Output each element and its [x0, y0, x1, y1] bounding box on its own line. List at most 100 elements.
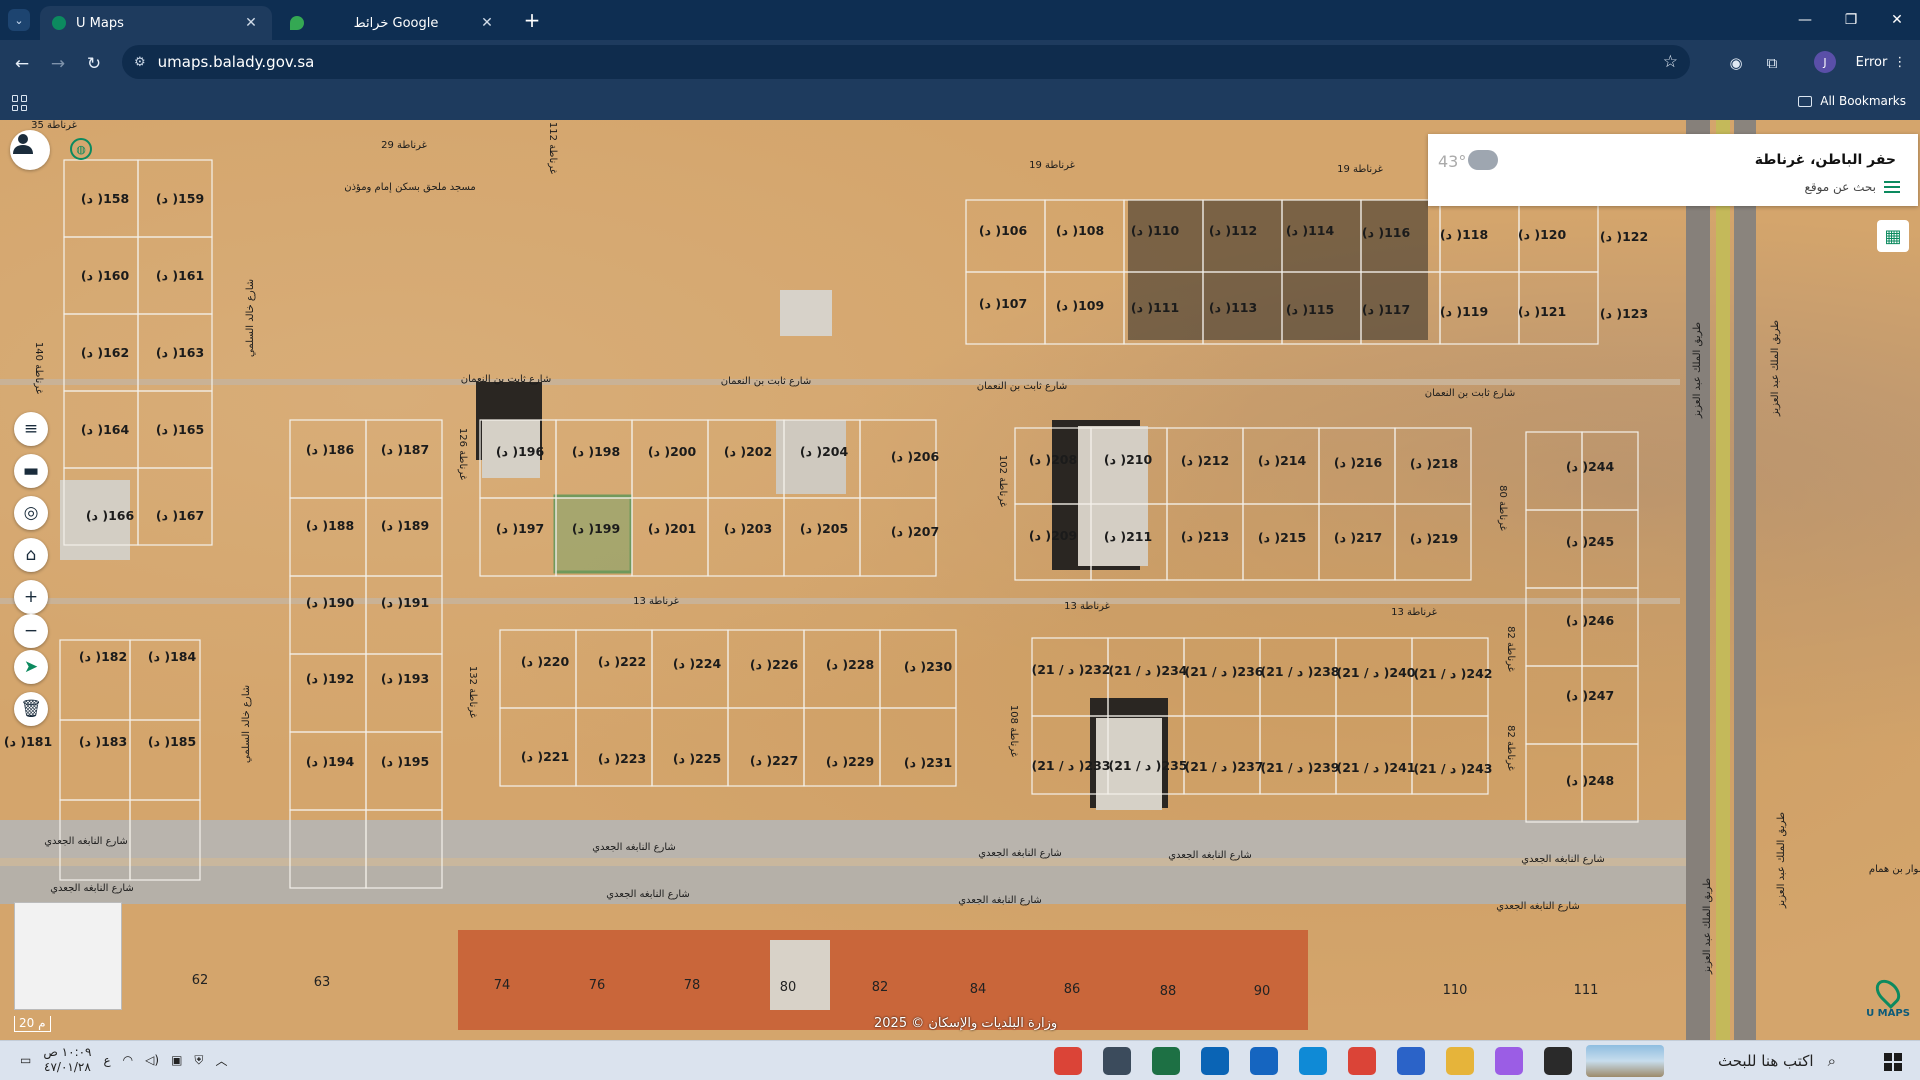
parcel-label[interactable]: (د )162: [81, 345, 129, 360]
mail-icon[interactable]: [1250, 1047, 1278, 1075]
legend-list-button[interactable]: ≡: [14, 412, 48, 446]
parcel-label[interactable]: (21 / د )239: [1261, 760, 1340, 775]
parcel-label[interactable]: (د )122: [1600, 229, 1648, 244]
parcel-label[interactable]: (د )224: [673, 656, 722, 671]
parcel-label[interactable]: (21 / د )236: [1185, 664, 1264, 679]
parcel-label[interactable]: (د )231: [904, 755, 952, 770]
parcel-label[interactable]: (د )217: [1334, 530, 1382, 545]
file-explorer-icon[interactable]: [1446, 1047, 1474, 1075]
tab-search-button[interactable]: ⌄: [8, 9, 30, 31]
battery-icon[interactable]: ▣: [171, 1053, 182, 1067]
parcel-label[interactable]: (21 / د )232: [1032, 662, 1111, 677]
excel-icon[interactable]: [1152, 1047, 1180, 1075]
chrome-2-icon[interactable]: [1348, 1047, 1376, 1075]
layers-button[interactable]: ▦: [1877, 220, 1909, 252]
parcel-label[interactable]: (د )194: [306, 754, 355, 769]
parcel-label[interactable]: (د )166: [86, 508, 135, 523]
home-button[interactable]: ⌂: [14, 538, 48, 572]
parcel-label[interactable]: (د )205: [800, 521, 848, 536]
parcel-label[interactable]: (د )206: [891, 449, 940, 464]
parcel-label[interactable]: (د )185: [148, 734, 196, 749]
parcel-label[interactable]: (د )158: [81, 191, 129, 206]
back-button[interactable]: ←: [8, 50, 36, 78]
parcel-label[interactable]: (د )192: [306, 671, 354, 686]
parcel-label[interactable]: (د )230: [904, 659, 953, 674]
wifi-icon[interactable]: ◠: [123, 1053, 133, 1067]
parcel-label[interactable]: (د )209: [1029, 528, 1077, 543]
close-window-button[interactable]: ✕: [1874, 0, 1920, 40]
security-icon[interactable]: ⛨: [194, 1053, 203, 1068]
tab-close-icon[interactable]: ✕: [478, 15, 496, 31]
parcel-label[interactable]: (د )106: [979, 223, 1028, 238]
edge-icon[interactable]: [1299, 1047, 1327, 1075]
tab-google-maps[interactable]: خرائط Google ✕: [278, 6, 508, 40]
parcel-label[interactable]: (د )204: [800, 444, 849, 459]
parcel-label[interactable]: (د )164: [81, 422, 130, 437]
parcel-label[interactable]: (د )210: [1104, 452, 1153, 467]
parcel-label[interactable]: (د )214: [1258, 453, 1307, 468]
language-indicator[interactable]: ع: [104, 1053, 111, 1067]
parcel-label[interactable]: (د )227: [750, 753, 798, 768]
parcel-label[interactable]: (21 / د )242: [1414, 666, 1493, 681]
parcel-label[interactable]: (21 / د )238: [1261, 664, 1340, 679]
restore-button[interactable]: ❐: [1828, 0, 1874, 40]
parcel-label[interactable]: (د )208: [1029, 452, 1077, 467]
parcel-label[interactable]: (21 / د )235: [1109, 758, 1188, 773]
parcel-label[interactable]: (د )221: [521, 749, 569, 764]
parcel-label[interactable]: (د )107: [979, 296, 1027, 311]
parcel-label[interactable]: (د )213: [1181, 529, 1229, 544]
parcel-label[interactable]: (د )244: [1566, 459, 1615, 474]
user-account-button[interactable]: [10, 130, 50, 170]
volume-icon[interactable]: ◁): [145, 1053, 159, 1067]
parcel-label[interactable]: (د )203: [724, 521, 772, 536]
parcel-label[interactable]: (د )183: [79, 734, 127, 749]
taskbar-search[interactable]: اكتب هنا للبحث ⌕: [1652, 1045, 1848, 1077]
error-button[interactable]: Error ⋮: [1850, 48, 1912, 76]
parcel-label[interactable]: (د )223: [598, 751, 646, 766]
parcel-label[interactable]: (د )191: [381, 595, 429, 610]
parcel-label[interactable]: (د )114: [1286, 223, 1335, 238]
parcel-label[interactable]: (د )160: [81, 268, 130, 283]
chevron-up-icon[interactable]: ︿: [215, 1052, 227, 1069]
parcel-label[interactable]: (د )121: [1518, 304, 1566, 319]
parcel-label[interactable]: (د )193: [381, 671, 429, 686]
parcel-label[interactable]: (د )181: [4, 734, 52, 749]
parcel-label[interactable]: (د )218: [1410, 456, 1458, 471]
parcel-label[interactable]: (د )186: [306, 442, 355, 457]
parcel-label[interactable]: (د )220: [521, 654, 570, 669]
measure-button[interactable]: ▬: [14, 454, 48, 488]
map-canvas[interactable]: (د )158 (د )159 (د )160 (د )161 (د )162 (د )1…: [0, 120, 1920, 1040]
parcel-label[interactable]: (د )219: [1410, 531, 1458, 546]
extension-icon[interactable]: ◉: [1724, 51, 1748, 75]
parcel-label[interactable]: (د )119: [1440, 304, 1488, 319]
site-info-icon[interactable]: ⚙: [134, 55, 146, 70]
calculator-icon[interactable]: [1103, 1047, 1131, 1075]
parcel-label[interactable]: (21 / د )234: [1109, 663, 1188, 678]
parcel-label[interactable]: (21 / د )241: [1337, 760, 1416, 775]
zoom-in-button[interactable]: +: [14, 580, 48, 614]
parcel-label[interactable]: (د )229: [826, 754, 874, 769]
parcel-label[interactable]: (21 / د )233: [1032, 758, 1111, 773]
parcel-label[interactable]: (د )247: [1566, 688, 1614, 703]
parcel-label[interactable]: (د )116: [1362, 225, 1411, 240]
parcel-label[interactable]: (د )118: [1440, 227, 1488, 242]
address-bar[interactable]: ⚙ umaps.balady.gov.sa ☆: [122, 45, 1690, 79]
parcel-label[interactable]: (د )222: [598, 654, 646, 669]
parcel-label[interactable]: (د )184: [148, 649, 197, 664]
parcel-label[interactable]: (د )202: [724, 444, 772, 459]
parcel-label[interactable]: (د )190: [306, 595, 355, 610]
parcel-label[interactable]: (د )189: [381, 518, 429, 533]
parcel-label[interactable]: (د )117: [1362, 302, 1410, 317]
parcel-label[interactable]: (21 / د )243: [1414, 761, 1493, 776]
profile-avatar[interactable]: J: [1814, 51, 1836, 73]
parcel-label[interactable]: (د )198: [572, 444, 620, 459]
notification-icon[interactable]: ▭: [20, 1053, 31, 1067]
bookmark-star-icon[interactable]: ☆: [1663, 52, 1678, 72]
minimize-button[interactable]: —: [1782, 0, 1828, 40]
parcel-label[interactable]: (21 / د )237: [1185, 759, 1264, 774]
task-view-icon[interactable]: [1544, 1047, 1572, 1075]
copilot-icon[interactable]: [1495, 1047, 1523, 1075]
parcel-label[interactable]: (د )196: [496, 444, 545, 459]
forward-button[interactable]: →: [44, 50, 72, 78]
clock[interactable]: ١٠:٠٩ ص ٤٧/٠١/٢٨: [43, 1045, 91, 1075]
